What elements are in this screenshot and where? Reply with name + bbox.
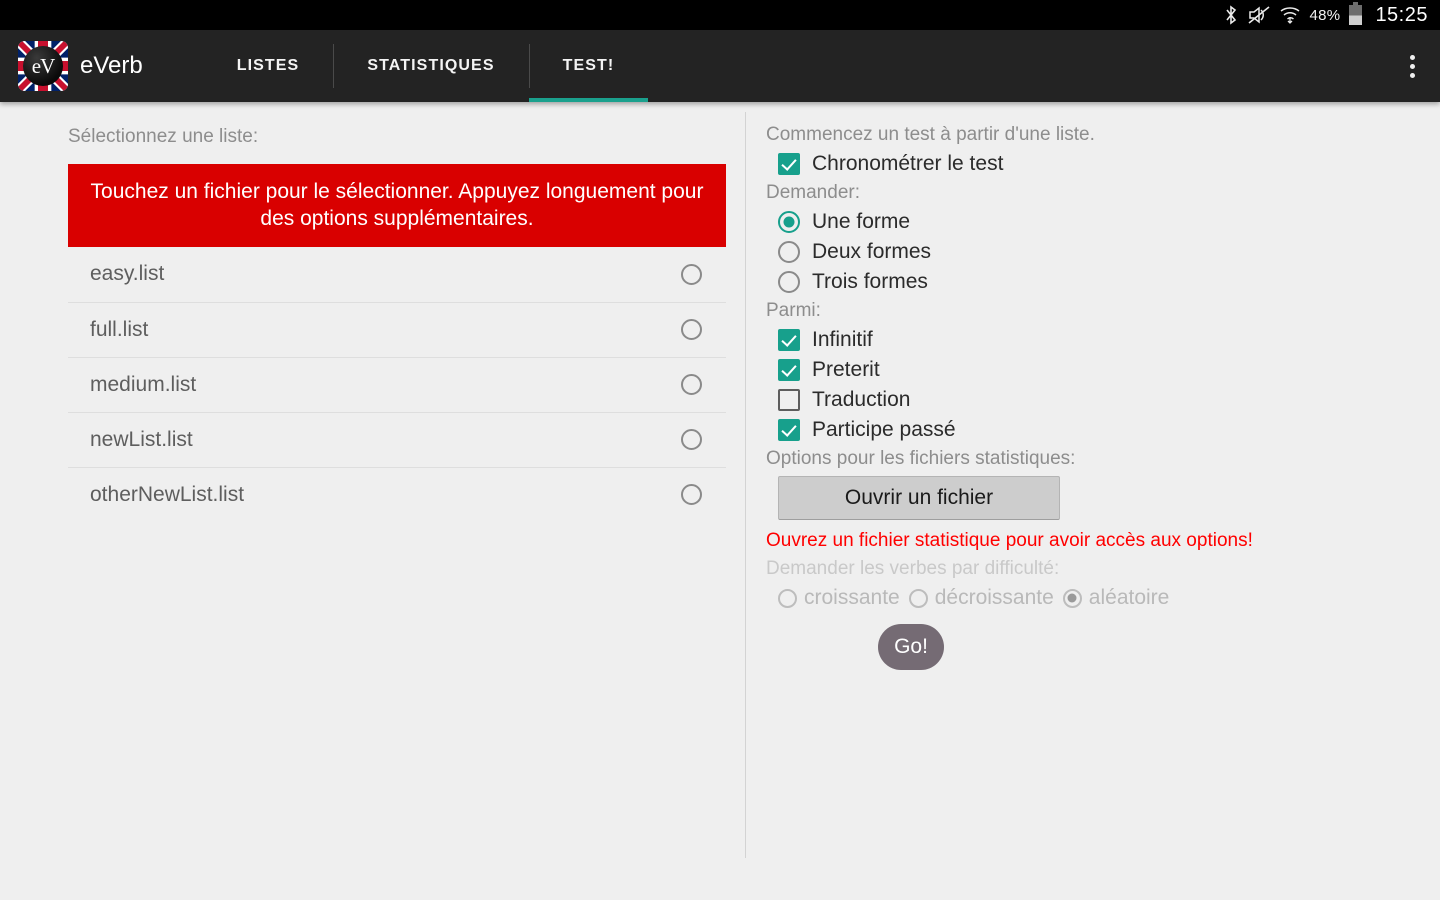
overflow-menu-icon[interactable]	[1384, 30, 1440, 102]
option-label: aléatoire	[1088, 586, 1170, 609]
dot	[1409, 54, 1415, 60]
file-name: easy.list	[90, 262, 165, 286]
radio-selected-icon[interactable]	[1062, 588, 1082, 608]
battery-percent: 48%	[1309, 6, 1341, 24]
dot	[1409, 72, 1415, 78]
difficulty-decroissante[interactable]: décroissante	[908, 586, 1054, 610]
option-label: Participe passé	[812, 418, 956, 441]
file-radio-icon[interactable]	[681, 484, 702, 506]
difficulty-radio-group: croissante décroissante aléatoire	[778, 586, 1440, 610]
radio-unselected-icon[interactable]	[778, 271, 800, 293]
option-une-forme[interactable]: Une forme	[778, 210, 1440, 234]
list-item[interactable]: easy.list	[68, 247, 726, 302]
list-item[interactable]: full.list	[68, 301, 726, 357]
option-deux-formes[interactable]: Deux formes	[778, 240, 1440, 264]
radio-unselected-icon[interactable]	[778, 241, 800, 263]
file-radio-icon[interactable]	[681, 263, 702, 285]
option-chronometer[interactable]: Chronométrer le test	[778, 152, 1440, 176]
list-selection-panel: Sélectionnez une liste: Touchez un fichi…	[0, 102, 745, 900]
checkbox-checked-icon[interactable]	[778, 419, 800, 441]
radio-unselected-icon[interactable]	[778, 588, 797, 608]
file-radio-icon[interactable]	[681, 319, 702, 341]
file-name: newList.list	[90, 427, 193, 451]
ask-label: Demander:	[766, 182, 860, 203]
tab-listes[interactable]: LISTES	[203, 30, 334, 102]
option-traduction[interactable]: Traduction	[778, 388, 1440, 412]
file-name: otherNewList.list	[90, 482, 245, 506]
option-infinitif[interactable]: Infinitif	[778, 328, 1440, 352]
option-preterit[interactable]: Preterit	[778, 358, 1440, 382]
file-name: full.list	[90, 317, 149, 341]
option-label: croissante	[804, 586, 900, 609]
option-label: Deux formes	[812, 240, 932, 263]
volume-mute-icon	[1248, 5, 1270, 25]
list-item[interactable]: newList.list	[68, 411, 726, 467]
option-label: Chronométrer le test	[812, 152, 1004, 175]
option-trois-formes[interactable]: Trois formes	[778, 270, 1440, 294]
radio-unselected-icon[interactable]	[908, 588, 928, 608]
list-item[interactable]: otherNewList.list	[68, 466, 726, 522]
file-name: medium.list	[90, 372, 197, 396]
bluetooth-icon	[1223, 5, 1239, 25]
file-list: easy.list full.list medium.list newList.…	[68, 247, 726, 522]
option-label: Une forme	[812, 210, 911, 233]
select-list-hint: Sélectionnez une liste:	[68, 126, 259, 147]
app-brand: eV eVerb	[0, 30, 153, 102]
radio-selected-icon[interactable]	[778, 211, 800, 233]
option-label: Trois formes	[812, 270, 928, 293]
content-area: Sélectionnez une liste: Touchez un fichi…	[0, 102, 1440, 900]
app-logo-icon: eV	[18, 41, 68, 91]
option-label: décroissante	[934, 586, 1054, 609]
tab-statistiques[interactable]: STATISTIQUES	[333, 30, 528, 102]
status-bar: 48% 15:25	[0, 0, 1440, 30]
tab-bar: LISTES STATISTIQUES TEST!	[203, 30, 649, 102]
option-label: Traduction	[812, 388, 911, 411]
checkbox-checked-icon[interactable]	[778, 359, 800, 381]
open-file-button[interactable]: Ouvrir un fichier	[778, 476, 1060, 520]
wifi-icon	[1279, 5, 1301, 25]
stats-warning-text: Ouvrez un fichier statistique pour avoir…	[766, 530, 1253, 551]
checkbox-checked-icon[interactable]	[778, 153, 800, 175]
tab-test[interactable]: TEST!	[528, 30, 649, 102]
test-intro-label: Commencez un test à partir d'une liste.	[766, 124, 1095, 145]
go-button-container: Go!	[764, 624, 1440, 670]
test-options-panel: Commencez un test à partir d'une liste. …	[746, 102, 1440, 900]
app-title: eVerb	[80, 52, 143, 79]
app-logo-text: eV	[23, 46, 63, 86]
clock: 15:25	[1375, 3, 1428, 26]
file-radio-icon[interactable]	[681, 429, 702, 451]
checkbox-checked-icon[interactable]	[778, 329, 800, 351]
app-bar: eV eVerb LISTES STATISTIQUES TEST!	[0, 30, 1440, 102]
option-participe-passe[interactable]: Participe passé	[778, 418, 1440, 442]
among-label: Parmi:	[766, 300, 821, 321]
stats-options-label: Options pour les fichiers statistiques:	[766, 448, 1076, 469]
dot	[1409, 63, 1415, 69]
difficulty-croissante[interactable]: croissante	[778, 586, 900, 610]
checkbox-unchecked-icon[interactable]	[778, 389, 800, 411]
option-label: Infinitif	[812, 328, 873, 351]
difficulty-aleatoire[interactable]: aléatoire	[1062, 586, 1170, 610]
list-item[interactable]: medium.list	[68, 356, 726, 412]
difficulty-label: Demander les verbes par difficulté:	[766, 558, 1060, 579]
option-label: Preterit	[812, 358, 880, 381]
instruction-banner: Touchez un fichier pour le sélectionner.…	[68, 164, 726, 247]
battery-icon	[1349, 2, 1363, 25]
go-button[interactable]: Go!	[878, 624, 944, 670]
file-radio-icon[interactable]	[681, 374, 702, 396]
